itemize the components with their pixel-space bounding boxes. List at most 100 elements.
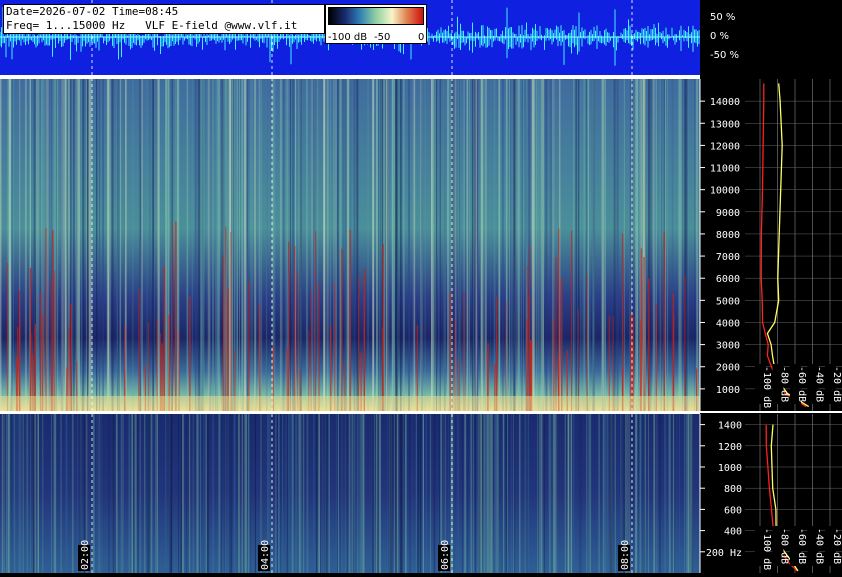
spectrogram-streak — [323, 79, 325, 411]
spectrogram-streak — [249, 414, 252, 573]
spectrogram-streak — [598, 414, 600, 573]
spectrogram-streak — [328, 414, 330, 573]
spectrogram-streak — [469, 79, 470, 411]
spectrogram-streak — [538, 414, 540, 573]
spectrogram-streak — [659, 414, 661, 573]
frequency-tick-label: 1200 — [718, 442, 742, 453]
spectrogram-streak — [402, 414, 405, 573]
spectrogram-streak — [287, 414, 290, 573]
spectrogram-streak — [521, 79, 523, 411]
spectrogram-streak — [209, 79, 212, 411]
spectrogram-streak — [348, 414, 351, 573]
spectrogram-streak — [380, 79, 382, 411]
spectrogram-streak — [98, 79, 101, 411]
spectrogram-streak — [425, 414, 427, 573]
spectrogram-streak — [135, 414, 136, 573]
spectrogram-streak — [686, 414, 688, 573]
spectrogram-streak — [483, 414, 486, 573]
spectrogram-streak — [438, 79, 440, 411]
spectrogram-streak — [111, 79, 114, 411]
spectrogram-streak — [152, 414, 154, 573]
spectrogram-streak — [553, 414, 555, 573]
frequency-tick-label: 400 — [724, 527, 742, 538]
spectrogram-streak — [191, 79, 193, 411]
spectrogram-spike — [45, 228, 47, 411]
spectrogram-streak — [588, 414, 590, 573]
frequency-tick-label: 14000 — [710, 97, 740, 108]
spectrogram-streak — [146, 79, 148, 411]
spectrogram-streak — [456, 79, 458, 411]
frequency-tick-label: 8000 — [716, 230, 740, 241]
spectrogram-streak — [224, 79, 225, 411]
spectrogram-streak — [549, 79, 551, 411]
spectrogram-streak — [592, 79, 595, 411]
spectrogram-spike — [655, 304, 657, 411]
spectrogram-streak — [247, 414, 250, 573]
spectrogram-streak — [297, 414, 300, 573]
spectrogram-streak — [224, 414, 225, 573]
frequency-tick-label: 1000 — [718, 463, 742, 474]
spectrogram-streak — [78, 79, 81, 411]
spectrogram-streak — [242, 414, 244, 573]
spectrogram-streak — [549, 414, 551, 573]
spectrogram-streak — [444, 79, 446, 411]
db-axis-label: -20 dB — [831, 528, 842, 564]
spectrogram-streak — [12, 414, 13, 573]
frequency-tick-label: 10000 — [710, 186, 740, 197]
spectrogram-streak — [694, 79, 696, 411]
spectrogram-streak — [387, 414, 389, 573]
spectrogram-streak — [524, 414, 527, 573]
spectrogram-streak — [644, 414, 647, 573]
spectrogram-streak — [605, 414, 607, 573]
spectrogram-streak — [335, 414, 337, 573]
spectrogram-streak — [344, 79, 347, 411]
spectrogram-spike — [315, 231, 317, 411]
spectrogram-streak — [355, 414, 357, 573]
spectrogram-streak — [342, 79, 344, 411]
spectrogram-streak — [25, 414, 28, 573]
spectrogram-spike — [526, 265, 529, 411]
spectrogram-streak — [218, 414, 221, 573]
spectrogram-streak — [250, 79, 252, 411]
spectrogram-streak — [511, 79, 513, 411]
spectrogram-streak — [198, 414, 200, 573]
spectrogram-streak — [412, 79, 415, 411]
spectrogram-streak — [429, 414, 432, 573]
spectrogram-streak — [251, 79, 254, 411]
spectrogram-streak — [55, 414, 57, 573]
spectrogram-streak — [373, 414, 375, 573]
spectrogram-streak — [41, 414, 44, 573]
spectrogram-spike — [577, 309, 579, 411]
spectrogram-streak — [137, 414, 139, 573]
spectrogram-spike — [382, 244, 384, 411]
spectrogram-spike — [171, 224, 173, 411]
spectrogram-streak — [279, 79, 281, 411]
spectrogram-streak — [16, 414, 18, 573]
spectrogram-streak — [165, 414, 167, 573]
spectrogram-streak — [610, 414, 613, 573]
spectrogram-streak — [149, 79, 151, 411]
spectrogram-streak — [420, 79, 423, 411]
spectrogram-streak — [65, 414, 68, 573]
spectrogram-streak — [192, 414, 194, 573]
spectrogram-streak — [169, 414, 170, 573]
spectrogram-streak — [403, 79, 405, 411]
db-axis-label: -100 dB — [761, 528, 772, 570]
spectrogram-streak — [220, 414, 222, 573]
spectrogram-streak — [51, 414, 52, 573]
spectrogram-spike — [175, 221, 177, 411]
spectrogram-streak — [676, 414, 678, 573]
spectrogram-streak — [24, 79, 27, 411]
spectrogram-streak — [697, 79, 698, 411]
spectrogram-streak — [354, 414, 356, 573]
spectrogram-streak — [432, 79, 435, 411]
spectrogram-streak — [513, 79, 516, 411]
spectrogram-streak — [200, 79, 201, 411]
spectrogram-streak — [613, 414, 615, 573]
spectrogram-spike — [555, 257, 557, 411]
spectrogram-streak — [254, 414, 256, 573]
spectrogram-streak — [13, 79, 14, 411]
spectrogram-streak — [156, 414, 158, 573]
spectrogram-streak — [679, 79, 682, 411]
frequency-tick-label: 13000 — [710, 119, 740, 130]
